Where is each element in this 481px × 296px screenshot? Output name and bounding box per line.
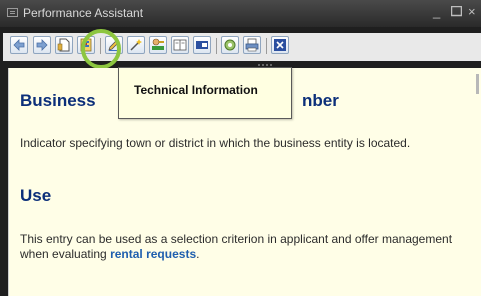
toolbar-separator <box>100 38 101 54</box>
use-text-body: This entry can be used as a selection cr… <box>20 232 453 261</box>
minimize-icon[interactable]: _ <box>433 4 440 20</box>
edit-button[interactable] <box>105 36 123 54</box>
back-button[interactable] <box>10 36 28 54</box>
close-icon[interactable]: × <box>468 4 476 20</box>
wizard-button[interactable] <box>127 36 145 54</box>
technical-information-tooltip: Technical Information <box>118 67 292 119</box>
user-key-button[interactable] <box>149 36 167 54</box>
book-icon <box>173 39 187 51</box>
split-view-button[interactable] <box>193 36 211 54</box>
print-button[interactable] <box>243 36 261 54</box>
forward-arrow-icon <box>36 39 48 51</box>
book-button[interactable] <box>171 36 189 54</box>
definition-text: Indicator specifying town or district in… <box>20 136 411 150</box>
split-view-icon <box>196 41 208 49</box>
window-menu-icon[interactable] <box>7 8 18 17</box>
forward-button[interactable] <box>33 36 51 54</box>
document-button[interactable] <box>55 36 73 54</box>
use-text-end: . <box>196 247 200 261</box>
title-bar[interactable]: Performance Assistant _ × <box>0 0 481 27</box>
maximize-icon[interactable] <box>450 5 463 21</box>
close-box-button[interactable] <box>271 36 289 54</box>
print-icon <box>245 38 259 52</box>
field-heading-left: Business <box>20 91 96 110</box>
settings-button[interactable] <box>221 36 239 54</box>
gear-settings-icon <box>224 39 236 51</box>
window-title: Performance Assistant <box>23 6 144 20</box>
toolbar <box>3 33 481 61</box>
performance-assistant-window: Performance Assistant _ × Business nber … <box>0 0 481 296</box>
technical-information-button[interactable] <box>77 36 95 54</box>
document-icon <box>57 38 70 52</box>
toolbar-separator <box>216 38 217 54</box>
rental-requests-link[interactable]: rental requests <box>110 247 196 261</box>
scrollbar[interactable] <box>476 74 479 94</box>
toolbar-separator <box>266 38 267 54</box>
wizard-icon <box>130 39 142 51</box>
field-heading-right: nber <box>302 91 339 110</box>
back-arrow-icon <box>13 39 25 51</box>
user-key-icon <box>152 38 164 50</box>
use-text: This entry can be used as a selection cr… <box>20 232 460 262</box>
close-box-icon <box>274 39 286 51</box>
technical-information-icon <box>80 38 92 52</box>
edit-icon <box>108 39 120 51</box>
tooltip-text: Technical Information <box>134 83 258 97</box>
use-heading: Use <box>20 186 52 205</box>
